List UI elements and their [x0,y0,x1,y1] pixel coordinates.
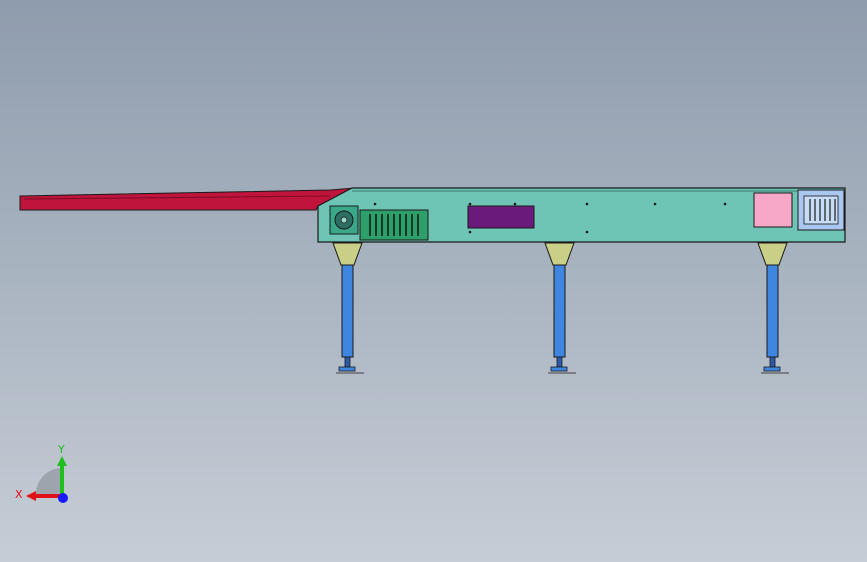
vent-inner [803,195,839,225]
orientation-triad[interactable]: Y X [14,440,84,510]
triad-plane-icon [36,468,62,494]
leg-post [341,264,354,358]
fan-unit[interactable] [329,205,359,235]
vent-grille[interactable] [797,189,845,231]
leg-cone [544,242,575,266]
inspection-window[interactable] [753,192,793,228]
x-axis-label: X [15,488,23,501]
z-axis-dot-icon [58,493,68,503]
screw [373,202,377,206]
model-viewport[interactable] [0,0,867,562]
leg-foot [550,366,568,372]
screw [468,202,472,206]
fan-hub [340,216,348,224]
leg-stem [769,356,776,368]
leg-cone [757,242,788,266]
screw [653,202,657,206]
leg-2[interactable] [544,242,576,374]
leg-3[interactable] [757,242,789,374]
leg-stem [344,356,351,368]
leg-1[interactable] [332,242,364,374]
screw [723,202,727,206]
access-panel[interactable] [467,205,535,229]
leg-foot [763,366,781,372]
leg-cone [332,242,363,266]
control-box[interactable] [359,209,429,241]
leg-post [766,264,779,358]
leg-foot [338,366,356,372]
y-axis-label: Y [57,443,65,456]
leg-stem [556,356,563,368]
screw [585,202,589,206]
screw [468,230,472,234]
chute[interactable] [19,187,356,211]
leg-post [553,264,566,358]
screw [585,230,589,234]
y-axis-arrow-icon [57,456,67,466]
x-axis-arrow-icon [26,491,36,501]
screw [513,202,517,206]
